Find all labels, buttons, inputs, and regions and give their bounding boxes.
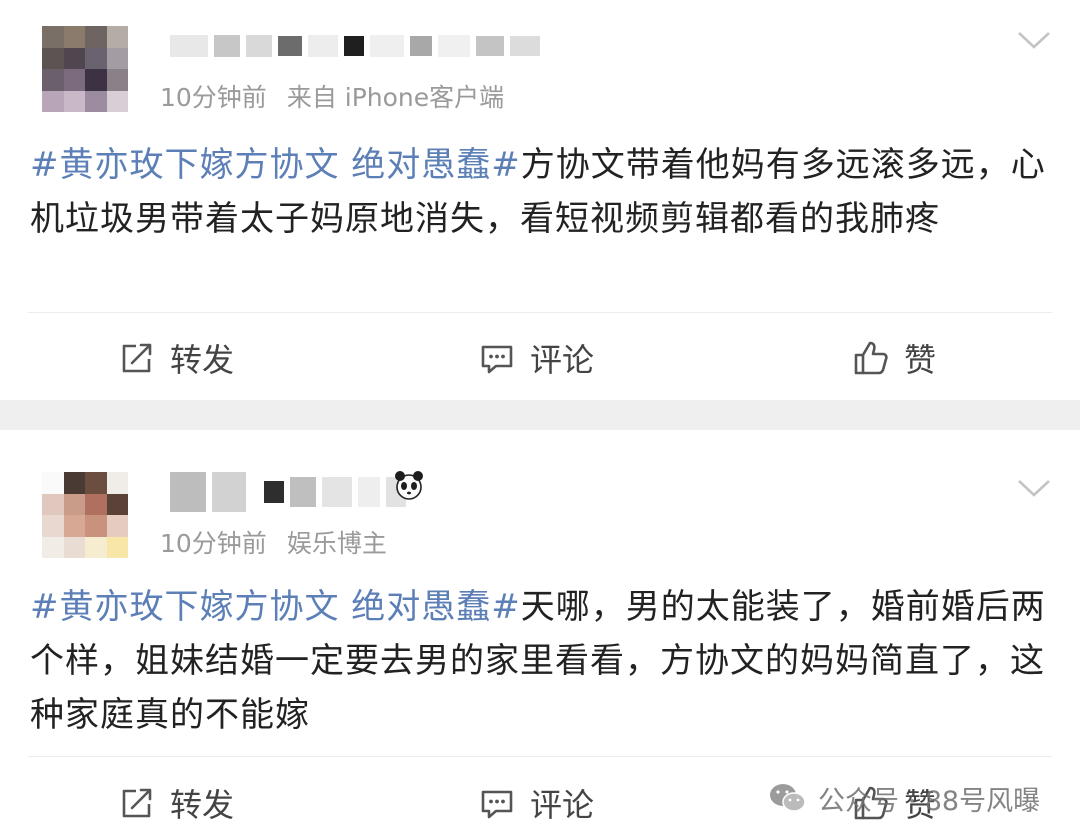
post-actions: 转发 评论 赞 (0, 333, 1080, 383)
repost-label: 转发 (170, 341, 235, 379)
chevron-down-icon[interactable] (1016, 28, 1052, 52)
repost-icon (122, 343, 152, 373)
post-time: 10分钟前 (160, 529, 267, 558)
like-label: 赞 (904, 341, 937, 379)
comment-label: 评论 (530, 786, 595, 824)
comment-button[interactable]: 评论 (478, 333, 594, 383)
post-meta: 10分钟前 来自 iPhone客户端 (160, 78, 504, 114)
post-content: #黄亦玫下嫁方协文 绝对愚蠢#天哪，男的太能装了，婚前婚后两个样，姐妹结婚一定要… (30, 580, 1055, 742)
username-blurred[interactable] (170, 22, 540, 70)
avatar[interactable] (42, 472, 128, 558)
watermark-text: 公众号 · 88号风曝 (818, 785, 1041, 817)
like-button[interactable]: 赞 (852, 333, 936, 383)
repost-button[interactable]: 转发 (118, 778, 234, 828)
repost-label: 转发 (170, 786, 235, 824)
post-content: #黄亦玫下嫁方协文 绝对愚蠢#方协文带着他妈有多远滚多远，心机垃圾男带着太子妈原… (30, 138, 1055, 246)
wechat-logo-icon (770, 784, 806, 812)
hashtag-link[interactable]: #黄亦玫下嫁方协文 绝对愚蠢# (30, 587, 521, 627)
divider (28, 312, 1052, 313)
watermark: 公众号 · 88号风曝 (768, 778, 1040, 818)
comment-label: 评论 (530, 341, 595, 379)
avatar[interactable] (42, 26, 128, 112)
post-source: 来自 iPhone客户端 (286, 83, 505, 112)
repost-button[interactable]: 转发 (118, 333, 234, 383)
post-time: 10分钟前 (160, 83, 267, 112)
author-label: 娱乐博主 (286, 529, 387, 558)
post-separator (0, 400, 1080, 430)
chevron-down-icon[interactable] (1016, 476, 1052, 500)
comment-icon (481, 790, 513, 819)
weibo-post-1: 10分钟前 来自 iPhone客户端 #黄亦玫下嫁方协文 绝对愚蠢#方协文带着他妈… (0, 0, 1080, 400)
post-meta: 10分钟前 娱乐博主 (160, 524, 387, 560)
panda-badge-icon (395, 471, 423, 500)
thumbs-up-icon (854, 341, 888, 375)
hashtag-link[interactable]: #黄亦玫下嫁方协文 绝对愚蠢# (30, 145, 521, 185)
divider (28, 756, 1052, 757)
comment-icon (481, 345, 513, 374)
repost-icon (122, 788, 152, 818)
comment-button[interactable]: 评论 (478, 778, 594, 828)
username-blurred[interactable] (170, 468, 406, 516)
